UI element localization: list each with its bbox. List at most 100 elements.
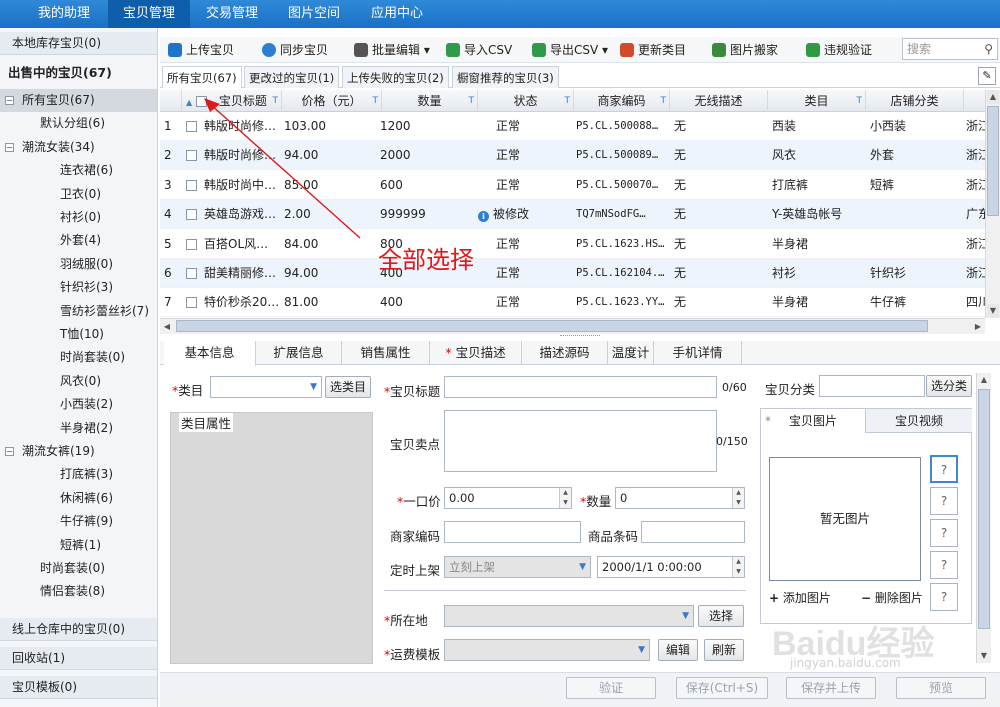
tree-item[interactable]: 默认分组(6) [0,112,157,135]
select-all-checkbox[interactable] [195,96,207,107]
verify-button[interactable]: 验证 [566,677,656,699]
filter-icon[interactable]: T [273,90,279,112]
batch-edit-button[interactable]: 批量编辑 ▾ [354,41,430,59]
stepper-arrows-icon[interactable]: ▲ ▼ [559,488,571,508]
collapse-toggle-icon[interactable]: − [5,447,14,456]
tab-item-description[interactable]: * 宝贝描述 [430,341,522,365]
tab-sale-attributes[interactable]: 销售属性 [342,341,430,365]
preview-button[interactable]: 预览 [896,677,986,699]
delete-picture-button[interactable]: − 删除图片 [861,589,923,606]
tab-window-recommended-items[interactable]: 橱窗推荐的宝贝(3) [452,66,559,88]
column-title[interactable]: ▲ 宝贝标题 T [182,90,282,112]
row-checkbox[interactable] [186,209,197,221]
export-csv-button[interactable]: 导出CSV ▾ [532,41,608,59]
picture-thumb-slot[interactable]: ? [930,455,958,483]
scroll-thumb[interactable] [978,389,990,629]
shipping-template-select[interactable]: ▼ [444,639,650,661]
tab-item-pictures[interactable]: * 宝贝图片 [761,409,866,433]
column-status[interactable]: 状态 T [478,90,574,112]
table-row[interactable]: 4 英雄岛游戏… 2.00 999999 i 被修改 TQ7mNSodFG… 无 Y-英雄岛帐号… [160,200,986,230]
tree-item[interactable]: 情侣套装(8) [0,580,157,603]
main-picture-placeholder[interactable]: 暂无图片 [769,457,921,581]
tree-item[interactable]: 时尚套装(0) [0,346,157,369]
price-stepper[interactable]: 0.00 ▲ ▼ [444,487,572,509]
tab-description-source[interactable]: 描述源码 [522,341,608,365]
sync-item-button[interactable]: 同步宝贝 [262,41,328,59]
hscroll-thumb[interactable] [176,320,928,332]
splitter-handle[interactable] [560,335,600,339]
scroll-up-icon[interactable]: ▲ [978,373,990,387]
row-checkbox[interactable] [186,150,197,162]
selling-point-textarea[interactable] [444,410,717,472]
row-checkbox[interactable] [186,268,197,279]
filter-icon[interactable]: T [469,90,475,112]
add-picture-button[interactable]: + 添加图片 [769,589,831,606]
column-price[interactable]: 价格（元） T [282,90,382,112]
tab-mobile-details[interactable]: 手机详情 [654,341,742,365]
listing-datetime-stepper[interactable]: 2000/1/1 0:00:00 ▲ ▼ [597,556,745,578]
table-row[interactable]: 2 韩版时尚修… 94.00 2000 正常 P5.CL.500089… 无 风衣 外套 浙江 [160,141,986,171]
tree-item[interactable]: 牛仔裤(9) [0,510,157,533]
filter-icon[interactable]: T [661,90,667,112]
tree-item[interactable]: T恤(10) [0,323,157,346]
stepper-arrows-icon[interactable]: ▲ ▼ [732,488,744,508]
table-row[interactable]: 3 韩版时尚中… 85.00 600 正常 P5.CL.500070… 无 打底裤 短裤 浙江 [160,170,986,200]
collapse-toggle-icon[interactable]: − [5,142,14,152]
column-category[interactable]: 类目 T [768,90,866,112]
scroll-left-icon[interactable]: ◀ [160,319,174,334]
tree-item[interactable]: 针织衫(3) [0,276,157,299]
sidebar-online-warehouse[interactable]: 线上仓库中的宝贝(0) [0,618,157,641]
scroll-down-icon[interactable]: ▼ [978,649,990,663]
nav-tab-app-center[interactable]: 应用中心 [356,0,438,28]
search-input[interactable]: 搜索 ⚲ [902,38,998,60]
upload-item-button[interactable]: 上传宝贝 [168,41,234,59]
nav-tab-picture-space[interactable]: 图片空间 [274,0,354,28]
tree-item[interactable]: 风衣(0) [0,370,157,393]
tree-item[interactable]: − 潮流女装(34) [0,136,157,159]
nav-tab-item-management[interactable]: 宝贝管理 [108,0,190,28]
filter-icon[interactable]: T [565,90,571,112]
tree-item[interactable]: − 所有宝贝(67) [0,89,157,112]
picture-thumb-slot[interactable]: ? [930,487,958,515]
scroll-thumb[interactable] [987,106,999,216]
barcode-input[interactable] [641,521,745,543]
table-row[interactable]: 7 特价秒杀20… 81.00 400 正常 P5.CL.1623.YY… 无 半身裙 牛仔裤 四… [160,288,986,318]
tab-changed-items[interactable]: 更改过的宝贝(1) [244,66,340,88]
row-checkbox[interactable] [186,297,197,309]
tab-all-items[interactable]: 所有宝贝(67) [162,66,242,88]
scroll-up-icon[interactable]: ▲ [987,90,999,104]
quantity-stepper[interactable]: 0 ▲ ▼ [615,487,745,509]
grid-vertical-scrollbar[interactable]: ▲ ▼ [985,90,1000,318]
tree-item[interactable]: 连衣裙(6) [0,159,157,182]
listing-time-select[interactable]: 立刻上架 ▼ [444,556,591,578]
sidebar-recycle-bin[interactable]: 回收站(1) [0,647,157,670]
table-row[interactable]: 5 百搭OL风… 84.00 800 正常 P5.CL.1623.HS… 无半身裙 浙江 [160,229,986,259]
sidebar-local-stock[interactable]: 本地库存宝贝(0) [0,32,157,55]
tree-item[interactable]: 羽绒服(0) [0,253,157,276]
search-icon[interactable]: ⚲ [984,39,993,59]
select-shop-category-button[interactable]: 选分类 [926,375,972,397]
scroll-down-icon[interactable]: ▼ [987,304,999,318]
collapse-toggle-icon[interactable]: − [5,96,14,105]
picture-thumb-slot[interactable]: ? [930,551,958,579]
save-and-upload-button[interactable]: 保存并上传 [786,677,876,699]
nav-tab-trade-management[interactable]: 交易管理 [192,0,272,28]
tree-item[interactable]: 外套(4) [0,229,157,252]
nav-tab-assistant[interactable]: 我的助理 [22,0,106,28]
column-shop-category[interactable]: 店铺分类 [866,90,964,112]
import-csv-button[interactable]: 导入CSV [446,41,512,59]
column-merchant-code[interactable]: 商家编码 T [574,90,670,112]
sidebar-templates[interactable]: 宝贝模板(0) [0,676,157,699]
tab-item-video[interactable]: 宝贝视频 [866,409,972,433]
table-row[interactable]: 6 甜美精丽修… 94.00 400 正常 P5.CL.162104.… 无衬衫 针织衫 浙江 [160,259,986,288]
tab-upload-failed-items[interactable]: 上传失败的宝贝(2) [342,66,449,88]
tree-item[interactable]: − 潮流女裤(19) [0,440,157,463]
tab-extended-info[interactable]: 扩展信息 [256,341,342,365]
shop-category-input[interactable] [819,375,925,397]
update-category-button[interactable]: 更新类目 [620,41,686,59]
tree-item[interactable]: 雪纺衫蕾丝衫(7) [0,300,157,323]
row-checkbox[interactable] [186,238,197,250]
column-wireless-desc[interactable]: 无线描述 [670,90,768,112]
table-row[interactable]: 1 韩版时尚修… 103.00 1200 正常 P5.CL.500088… 无 西装 小西装 浙江 [160,112,986,141]
select-category-button[interactable]: 选类目 [325,376,371,398]
